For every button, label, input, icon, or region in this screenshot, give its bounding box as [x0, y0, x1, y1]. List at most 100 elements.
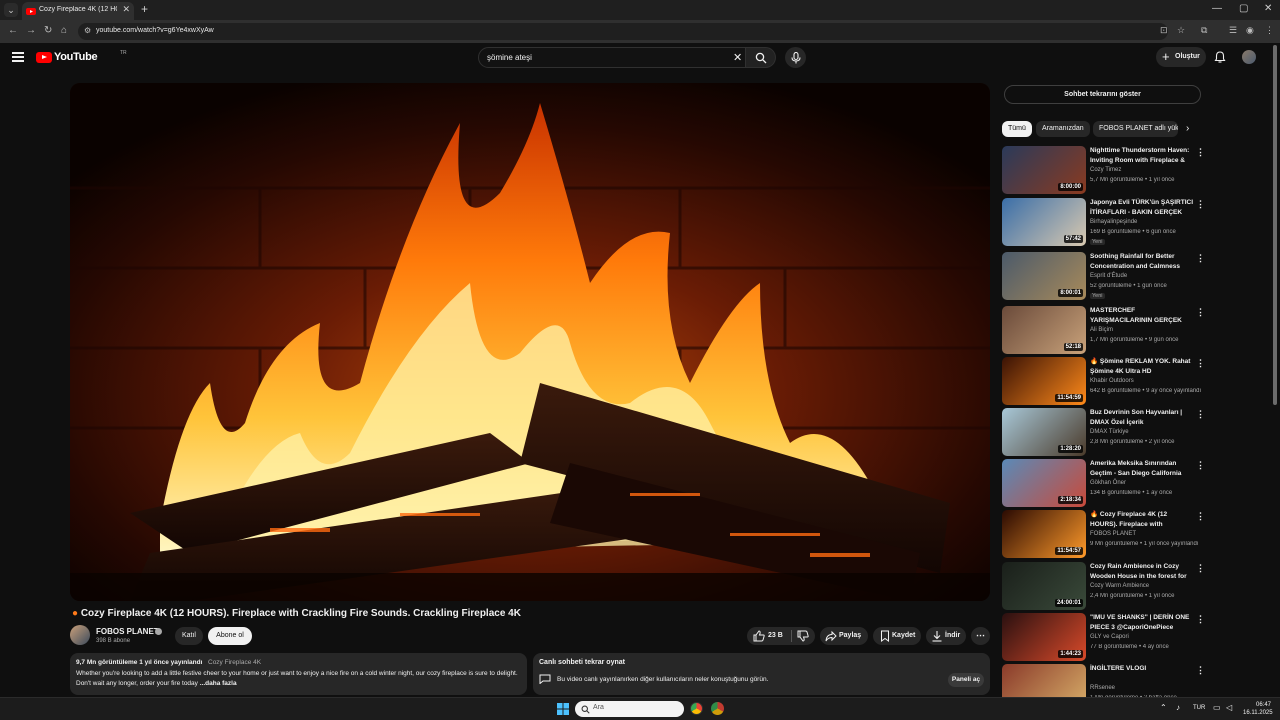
page-scrollbar[interactable] — [1273, 45, 1277, 405]
recommendation-item[interactable]: 8:00:01 Soothing Rainfall for Better Conc… — [1002, 252, 1205, 302]
reading-list-icon[interactable]: ☰ — [1229, 25, 1237, 36]
more-vertical-icon[interactable]: ⋮ — [1196, 563, 1205, 574]
recommendation-thumbnail[interactable]: 11:54:59 — [1002, 357, 1086, 405]
download-button[interactable]: İndir — [926, 627, 966, 645]
recommendation-channel[interactable]: Birhayalinpeşinde — [1090, 219, 1137, 225]
recommendation-channel[interactable]: Khabir Outdoors — [1090, 378, 1134, 384]
tray-overflow-icon[interactable]: ⌃ — [1160, 703, 1167, 712]
browser-tab[interactable]: Cozy Fireplace 4K (12 HOURS) ✕ — [22, 2, 134, 20]
input-language[interactable]: TUR — [1193, 705, 1205, 711]
install-app-icon[interactable]: ⊡ — [1160, 25, 1168, 36]
recommendation-channel[interactable]: Ali Biçim — [1090, 327, 1113, 333]
like-button[interactable]: 23 B — [747, 627, 791, 645]
more-vertical-icon[interactable]: ⋮ — [1196, 460, 1205, 471]
recommendation-thumbnail[interactable]: 8:00:01 — [1002, 252, 1086, 300]
recommendation-thumbnail[interactable]: 11:54:57 — [1002, 510, 1086, 558]
volume-icon[interactable]: ◁ — [1226, 703, 1232, 712]
reload-icon[interactable]: ↻ — [44, 25, 52, 36]
tab-search-button[interactable]: ⌄ — [4, 3, 18, 17]
bookmark-star-icon[interactable]: ☆ — [1177, 25, 1185, 36]
recommendation-channel[interactable]: Esprit d'Étude — [1090, 273, 1127, 279]
more-vertical-icon[interactable]: ⋮ — [1196, 511, 1205, 522]
share-button[interactable]: Paylaş — [820, 627, 868, 645]
open-panel-button[interactable]: Paneli aç — [948, 673, 984, 687]
more-vertical-icon[interactable]: ⋮ — [1196, 358, 1205, 369]
recommendation-item[interactable]: 24:00:01 Cozy Rain Ambience in Cozy Woode… — [1002, 562, 1205, 612]
network-icon[interactable]: ▭ — [1213, 703, 1221, 712]
voice-search-button[interactable] — [785, 47, 806, 68]
recommendation-channel[interactable]: Gökhan Öner — [1090, 480, 1126, 486]
more-vertical-icon[interactable]: ⋮ — [1196, 147, 1205, 158]
dislike-button[interactable] — [792, 627, 815, 645]
url-text[interactable]: youtube.com/watch?v=g6Ye4xwXyAw — [96, 27, 214, 34]
recommendation-item[interactable]: 2:18:34 Amerika Meksika Sınırından Geçtim… — [1002, 459, 1205, 509]
video-player[interactable] — [70, 83, 990, 601]
recommendation-channel[interactable]: GLY ve Capori — [1090, 634, 1129, 640]
description-box[interactable]: 9,7 Mn görüntüleme 1 yıl önce yayınlandı… — [70, 653, 527, 695]
more-actions-button[interactable]: ⋯ — [971, 627, 990, 645]
home-icon[interactable]: ⌂ — [61, 25, 67, 36]
tab-close-icon[interactable]: ✕ — [122, 4, 130, 15]
recommendation-thumbnail[interactable]: 52:18 — [1002, 306, 1086, 354]
recommendation-thumbnail[interactable]: 57:42 — [1002, 198, 1086, 246]
chevron-right-icon[interactable]: › — [1186, 123, 1189, 134]
notifications-bell-icon[interactable] — [1214, 51, 1226, 63]
recommendation-thumbnail[interactable]: 8:00:00 — [1002, 146, 1086, 194]
windows-start-icon[interactable] — [557, 703, 569, 715]
recommendation-item[interactable]: 52:18 MASTERCHEF YARIŞMACILARININ GERÇEK … — [1002, 306, 1205, 356]
chip-all[interactable]: Tümü — [1002, 121, 1032, 137]
address-bar[interactable]: ⚙ youtube.com/watch?v=g6Ye4xwXyAw — [78, 23, 1168, 40]
recommendation-item[interactable]: 8:00:00 Nighttime Thunderstorm Haven: Inv… — [1002, 146, 1205, 196]
recommendation-item[interactable]: 11:54:57 🔥 Cozy Fireplace 4K (12 HOURS). … — [1002, 510, 1205, 560]
recommendation-item[interactable]: 11:54:59 🔥 Şömine REKLAM YOK. Rahat Şömin… — [1002, 357, 1205, 407]
recommendation-channel[interactable]: DMAX Türkiye — [1090, 429, 1129, 435]
recommendation-item[interactable]: 1:28:20 Buz Devrinin Son Hayvanları | DMA… — [1002, 408, 1205, 458]
extensions-icon[interactable]: ⧉ — [1201, 25, 1207, 36]
chip-from-uploader[interactable]: FOBOS PLANET adlı yükleyiciden — [1093, 121, 1178, 137]
more-vertical-icon[interactable]: ⋮ — [1196, 665, 1205, 676]
site-info-icon[interactable]: ⚙ — [84, 26, 91, 35]
recommendation-item[interactable]: 1:44:23 "IMU VE SHANKS" | DERİN ONE PIECE… — [1002, 613, 1205, 663]
minimize-icon[interactable]: — — [1212, 3, 1222, 14]
clear-search-icon[interactable]: ✕ — [733, 51, 742, 64]
search-value[interactable]: şömine ateşi — [487, 53, 532, 62]
channel-avatar[interactable] — [70, 625, 90, 645]
recommendation-item[interactable]: 57:42 Japonya Evli TÜRK'ün ŞAŞIRTICI İTİR… — [1002, 198, 1205, 248]
recommendation-thumbnail[interactable]: 2:18:34 — [1002, 459, 1086, 507]
search-input[interactable]: şömine ateşi ✕ — [478, 47, 746, 68]
clock[interactable]: 06:47 16.11.2025 — [1243, 701, 1273, 717]
search-button[interactable] — [746, 47, 776, 68]
account-avatar[interactable] — [1242, 50, 1256, 64]
menu-icon[interactable] — [12, 52, 24, 62]
chrome-taskbar-icon[interactable] — [690, 702, 703, 715]
channel-name[interactable]: FOBOS PLANET — [96, 627, 159, 636]
recommendation-thumbnail[interactable]: 1:44:23 — [1002, 613, 1086, 661]
more-vertical-icon[interactable]: ⋮ — [1196, 307, 1205, 318]
subscribe-button[interactable]: Abone ol — [208, 627, 252, 645]
more-vertical-icon[interactable]: ⋮ — [1196, 614, 1205, 625]
recommendation-thumbnail[interactable]: 24:00:01 — [1002, 562, 1086, 610]
more-vertical-icon[interactable]: ⋮ — [1196, 253, 1205, 264]
recommendation-channel[interactable]: FOBOS PLANET — [1090, 531, 1136, 537]
maximize-icon[interactable]: ▢ — [1239, 3, 1248, 14]
create-button[interactable]: + Oluştur — [1156, 47, 1206, 67]
profile-icon[interactable]: ◉ — [1246, 25, 1254, 36]
recommendation-thumbnail[interactable]: 1:28:20 — [1002, 408, 1086, 456]
recommendation-channel[interactable]: Cozy Timez — [1090, 167, 1121, 173]
save-button[interactable]: Kaydet — [873, 627, 921, 645]
recommendation-channel[interactable]: RRsenee — [1090, 685, 1115, 691]
chip-from-search[interactable]: Aramanızdan — [1036, 121, 1090, 137]
more-vertical-icon[interactable]: ⋮ — [1196, 409, 1205, 420]
forward-icon[interactable]: → — [26, 25, 36, 36]
chrome-profile-taskbar-icon[interactable] — [711, 702, 724, 715]
show-chat-replay-button[interactable]: Sohbet tekrarını göster — [1004, 85, 1201, 104]
description-tag[interactable]: Cozy Fireplace 4K — [208, 659, 261, 666]
more-vertical-icon[interactable]: ⋮ — [1196, 199, 1205, 210]
show-more-link[interactable]: ...daha fazla — [200, 680, 237, 687]
taskbar-search[interactable]: Ara — [575, 701, 684, 717]
recommendation-channel[interactable]: Cozy Warm Ambience — [1090, 583, 1149, 589]
back-icon[interactable]: ← — [8, 25, 18, 36]
new-tab-icon[interactable]: + — [141, 2, 148, 16]
browser-menu-icon[interactable]: ⋮ — [1265, 25, 1274, 36]
join-button[interactable]: Katıl — [175, 627, 203, 645]
